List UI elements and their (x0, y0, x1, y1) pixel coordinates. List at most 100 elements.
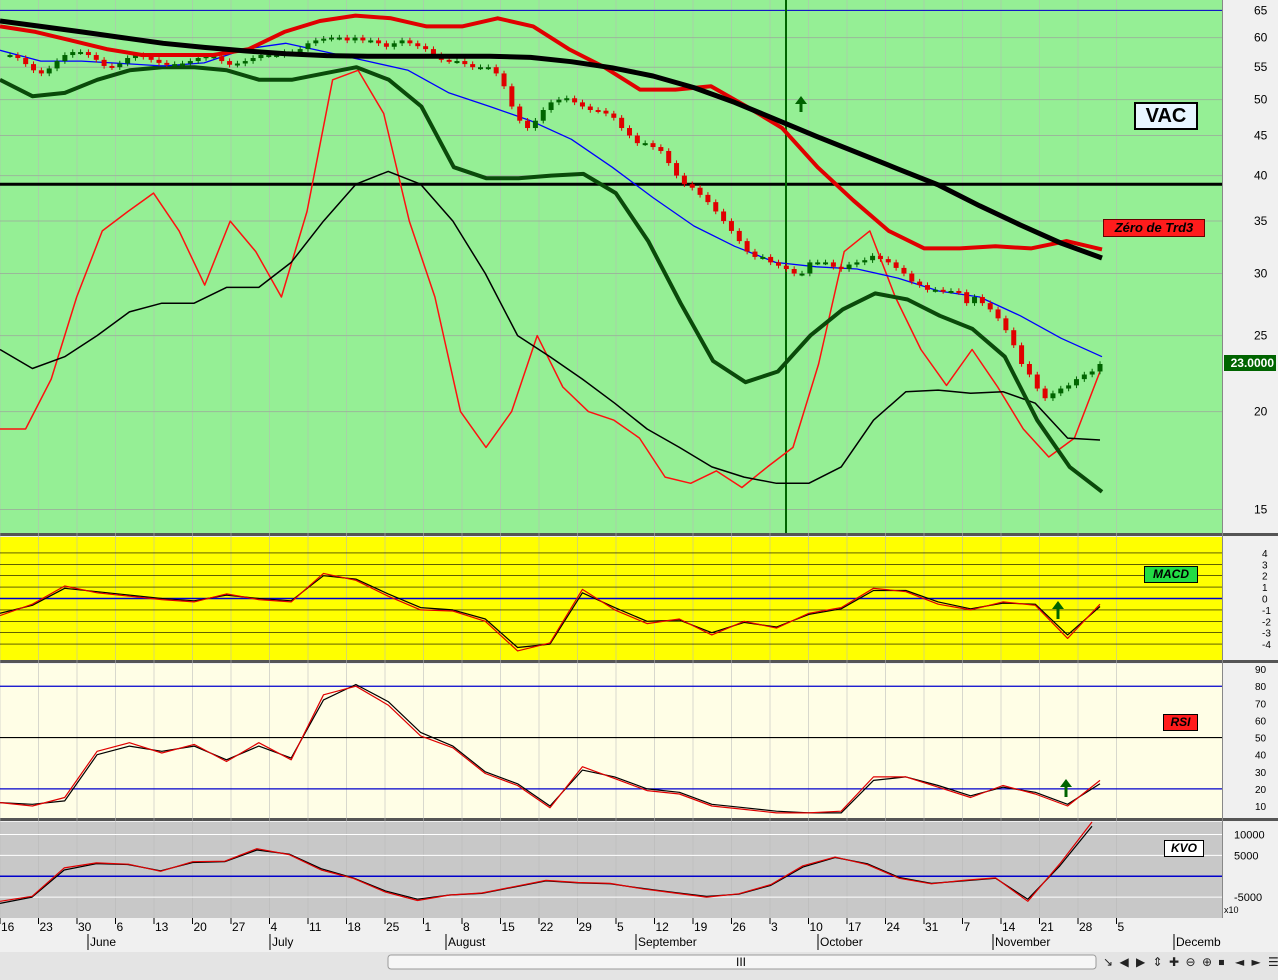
rsi-tick-label: 40 (1255, 751, 1267, 762)
price-tick-label: 35 (1254, 214, 1268, 228)
fit-vertical-icon[interactable]: ⇕ (1153, 955, 1163, 969)
price-panel-bg (0, 0, 1222, 533)
candle-body (799, 273, 805, 276)
candle-body (862, 260, 868, 263)
candle-body (399, 40, 405, 44)
x-month-label: October (820, 935, 863, 949)
x-tick-label: 23 (40, 920, 54, 934)
candle-body (446, 59, 452, 62)
macd-tick-label: -4 (1262, 640, 1271, 651)
candle-body (38, 70, 44, 74)
price-tick-label: 45 (1254, 129, 1268, 143)
candle-body (626, 128, 632, 136)
candle-body (391, 43, 397, 47)
link-icon[interactable]: ↘ (1103, 955, 1113, 969)
macd-label: MACD (1144, 566, 1198, 583)
candle-body (909, 273, 915, 282)
candle-body (78, 52, 84, 55)
candle-body (901, 267, 907, 274)
x-tick-label: 30 (78, 920, 92, 934)
menu-icon[interactable]: ☰ (1268, 955, 1278, 969)
chevron-left-icon[interactable]: ◀ (1120, 955, 1130, 969)
rsi-tick-label: 60 (1255, 716, 1267, 727)
candle-body (760, 256, 766, 259)
price-axis-bg (1222, 0, 1278, 533)
symbol-label: VAC (1134, 102, 1198, 130)
candle-body (509, 86, 515, 107)
kvo-label: KVO (1164, 840, 1204, 857)
candle-body (250, 58, 256, 62)
price-tick-label: 20 (1254, 405, 1268, 419)
zoom-in-icon[interactable]: ⊕ (1202, 955, 1212, 969)
zoom-out-icon[interactable]: ⊖ (1186, 955, 1196, 969)
end-icon[interactable]: ⏹ (1219, 955, 1225, 969)
candle-body (893, 262, 899, 268)
candle-body (423, 46, 429, 50)
price-tick-label: 30 (1254, 267, 1268, 281)
candle-body (1073, 379, 1079, 386)
x-tick-label: 27 (232, 920, 246, 934)
x-month-label: August (448, 935, 486, 949)
x-tick-label: 24 (887, 920, 901, 934)
x-tick-label: 10 (810, 920, 824, 934)
triangle-left-icon[interactable]: ◄ (1235, 955, 1245, 969)
x-tick-label: 1 (425, 920, 432, 934)
candle-body (117, 63, 123, 68)
x-tick-label: 19 (694, 920, 708, 934)
candle-body (187, 61, 193, 64)
candle-body (532, 120, 538, 129)
x-month-label: July (272, 935, 293, 949)
candle-body (329, 37, 335, 40)
candle-body (1019, 345, 1025, 364)
candle-body (587, 106, 593, 111)
candle-body (564, 98, 570, 101)
move-icon[interactable]: ✚ (1169, 955, 1179, 969)
x-tick-label: 17 (848, 920, 862, 934)
candle-body (1058, 388, 1064, 394)
price-tick-label: 65 (1254, 3, 1268, 17)
candle-body (470, 64, 476, 68)
candle-body (31, 64, 37, 71)
candle-body (15, 55, 21, 59)
x-tick-label: 20 (194, 920, 208, 934)
candle-body (846, 264, 852, 270)
candle-body (972, 297, 978, 304)
candle-body (705, 194, 711, 203)
candle-body (791, 269, 797, 274)
candle-body (650, 143, 656, 148)
candle-body (344, 37, 350, 41)
candle-body (297, 49, 303, 53)
candle-body (689, 184, 695, 188)
candle-body (195, 58, 201, 62)
x-tick-label: 29 (579, 920, 593, 934)
x-tick-label: 15 (502, 920, 516, 934)
candle-body (940, 289, 946, 292)
price-tick-label: 60 (1254, 31, 1268, 45)
rsi-tick-label: 80 (1255, 682, 1267, 693)
x-month-label: Decemb (1176, 935, 1221, 949)
triangle-right-icon[interactable]: ► (1252, 955, 1262, 969)
candle-body (125, 58, 131, 64)
candle-body (62, 55, 68, 62)
kvo-tick-label: -5000 (1234, 892, 1262, 904)
x-tick-label: 28 (1079, 920, 1093, 934)
x-month-label: June (90, 935, 116, 949)
x-tick-label: 6 (117, 920, 124, 934)
candle-body (838, 266, 844, 270)
kvo-tick-label: 10000 (1234, 830, 1265, 842)
candle-body (148, 56, 154, 60)
candle-body (383, 43, 389, 47)
x-tick-label: 7 (964, 920, 971, 934)
scroll-grip[interactable]: III (736, 955, 746, 969)
chevron-right-icon[interactable]: ▶ (1136, 955, 1146, 969)
x-tick-label: 3 (771, 920, 778, 934)
candle-body (736, 230, 742, 242)
candle-body (109, 65, 115, 68)
rsi-tick-label: 50 (1255, 734, 1267, 745)
candle-body (540, 110, 546, 121)
candle-body (305, 43, 311, 50)
candle-body (932, 289, 938, 292)
macd-tick-label: 1 (1262, 583, 1268, 594)
candle-body (728, 221, 734, 231)
macd-tick-label: 0 (1262, 595, 1268, 606)
